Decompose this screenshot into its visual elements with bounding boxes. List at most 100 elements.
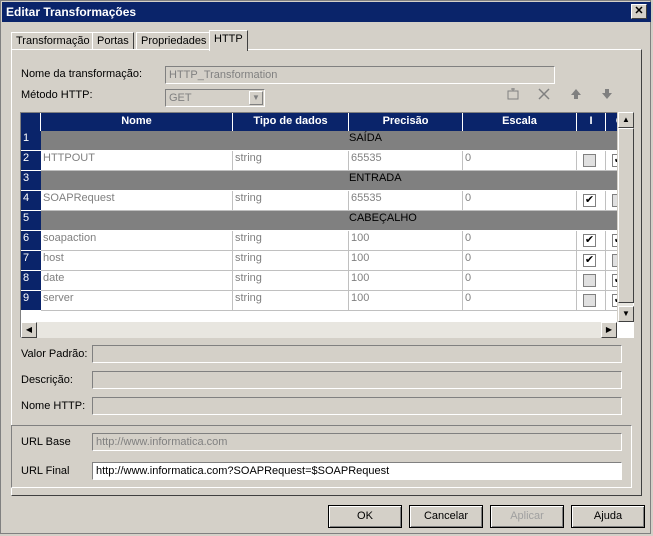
cell-precision[interactable]: 100 — [349, 231, 463, 251]
http-method-select[interactable]: GET ▼ — [165, 89, 265, 107]
cell-precision[interactable]: 100 — [349, 291, 463, 311]
section-header: SAÍDA — [41, 131, 617, 151]
cell-input: ✔ — [577, 231, 606, 251]
cell-precision[interactable]: 65535 — [349, 151, 463, 171]
scroll-down-icon[interactable]: ▼ — [618, 306, 634, 322]
row-number[interactable]: 1 — [21, 131, 41, 151]
chevron-down-icon[interactable]: ▼ — [249, 91, 263, 105]
table-row[interactable]: 4 SOAPRequest string 65535 0 ✔ — [21, 191, 633, 211]
input-checkbox[interactable]: ✔ — [583, 254, 596, 267]
cell-input: ✔ — [577, 251, 606, 271]
cell-type[interactable]: string — [233, 231, 349, 251]
cell-scale[interactable]: 0 — [463, 251, 577, 271]
cancel-button[interactable]: Cancelar — [409, 505, 483, 528]
cell-type[interactable]: string — [233, 291, 349, 311]
transformation-name-field[interactable]: HTTP_Transformation — [165, 66, 555, 84]
section-label: ENTRADA — [349, 172, 402, 184]
cell-input — [577, 151, 606, 171]
scroll-thumb[interactable] — [618, 128, 634, 303]
cell-scale[interactable]: 0 — [463, 231, 577, 251]
table-row[interactable]: 9serverstring1000✔ — [21, 291, 633, 311]
tab-http[interactable]: HTTP — [209, 30, 248, 51]
column-header-escala[interactable]: Escala — [463, 113, 577, 131]
section-row[interactable]: 5 CABEÇALHO — [21, 211, 617, 231]
tab-portas[interactable]: Portas — [92, 32, 134, 50]
horizontal-scrollbar[interactable]: ◀ ▶ — [21, 322, 617, 338]
cell-type[interactable]: string — [233, 151, 349, 171]
description-field[interactable] — [92, 371, 622, 389]
base-url-field[interactable]: http://www.informatica.com — [92, 433, 622, 451]
row-number[interactable]: 7 — [21, 251, 41, 271]
cell-name[interactable]: host — [41, 251, 233, 271]
row-number[interactable]: 2 — [21, 151, 41, 171]
input-checkbox[interactable] — [583, 294, 596, 307]
row-number[interactable]: 8 — [21, 271, 41, 291]
transformation-name-label: Nome da transformação: — [21, 68, 143, 80]
table-row[interactable]: 7 host string 100 0 ✔ — [21, 251, 633, 271]
cell-name[interactable]: soapaction — [41, 231, 233, 251]
input-checkbox[interactable] — [583, 274, 596, 287]
table-row[interactable]: 2HTTPOUTstring655350✔ — [21, 151, 633, 171]
vertical-scrollbar[interactable]: ▲ ▼ — [617, 112, 634, 322]
cell-scale[interactable]: 0 — [463, 151, 577, 171]
http-name-field[interactable] — [92, 397, 622, 415]
cell-name[interactable]: date — [41, 271, 233, 291]
cell-precision[interactable]: 100 — [349, 251, 463, 271]
cell-scale[interactable]: 0 — [463, 191, 577, 211]
apply-button[interactable]: Aplicar — [490, 505, 564, 528]
column-header-input[interactable]: I — [577, 113, 606, 131]
row-number[interactable]: 9 — [21, 291, 41, 311]
row-number[interactable]: 3 — [21, 171, 41, 191]
dialog-window: Editar Transformações ✕ Transformação Po… — [0, 0, 651, 534]
scroll-right-icon[interactable]: ▶ — [601, 322, 617, 338]
ok-button[interactable]: OK — [328, 505, 402, 528]
row-number[interactable]: 6 — [21, 231, 41, 251]
cell-precision[interactable]: 65535 — [349, 191, 463, 211]
new-port-icon[interactable] — [504, 87, 522, 105]
scroll-up-icon[interactable]: ▲ — [618, 112, 634, 128]
table-row[interactable]: 6soapactionstring1000✔✔ — [21, 231, 633, 251]
http-method-label: Método HTTP: — [21, 89, 93, 101]
description-label: Descrição: — [21, 374, 73, 386]
window-title: Editar Transformações — [6, 5, 137, 19]
row-number[interactable]: 5 — [21, 211, 41, 231]
section-row[interactable]: 3 ENTRADA — [21, 171, 617, 191]
input-checkbox[interactable] — [583, 154, 596, 167]
move-down-icon[interactable] — [598, 87, 616, 105]
help-button[interactable]: Ajuda — [571, 505, 645, 528]
column-header-precisao[interactable]: Precisão — [349, 113, 463, 131]
section-header: CABEÇALHO — [41, 211, 617, 231]
cell-name[interactable]: HTTPOUT — [41, 151, 233, 171]
cell-input — [577, 291, 606, 311]
title-bar: Editar Transformações ✕ — [2, 2, 651, 22]
final-url-field[interactable]: http://www.informatica.com?SOAPRequest=$… — [92, 462, 622, 480]
column-header-nome[interactable]: Nome — [41, 113, 233, 131]
section-row[interactable]: 1 SAÍDA — [21, 131, 617, 151]
column-header-tipo[interactable]: Tipo de dados — [233, 113, 349, 131]
close-button[interactable]: ✕ — [631, 4, 647, 19]
http-method-value: GET — [169, 92, 192, 104]
cell-precision[interactable]: 100 — [349, 271, 463, 291]
ports-grid: Nome Tipo de dados Precisão Escala I O 1… — [20, 112, 634, 338]
cell-type[interactable]: string — [233, 191, 349, 211]
final-url-label: URL Final — [21, 465, 70, 477]
scroll-left-icon[interactable]: ◀ — [21, 322, 37, 338]
tab-transformacao[interactable]: Transformação — [11, 32, 95, 50]
cell-type[interactable]: string — [233, 251, 349, 271]
input-checkbox[interactable]: ✔ — [583, 234, 596, 247]
cell-scale[interactable]: 0 — [463, 291, 577, 311]
section-label: SAÍDA — [349, 132, 383, 144]
table-row[interactable]: 8datestring1000✔ — [21, 271, 633, 291]
cell-scale[interactable]: 0 — [463, 271, 577, 291]
row-number[interactable]: 4 — [21, 191, 41, 211]
delete-icon[interactable] — [535, 87, 553, 105]
input-checkbox[interactable]: ✔ — [583, 194, 596, 207]
section-label: CABEÇALHO — [349, 212, 417, 224]
cell-name[interactable]: SOAPRequest — [41, 191, 233, 211]
move-up-icon[interactable] — [567, 87, 585, 105]
tab-propriedades[interactable]: Propriedades — [136, 32, 212, 50]
default-value-field[interactable] — [92, 345, 622, 363]
grid-corner-header — [21, 113, 41, 131]
cell-type[interactable]: string — [233, 271, 349, 291]
cell-name[interactable]: server — [41, 291, 233, 311]
